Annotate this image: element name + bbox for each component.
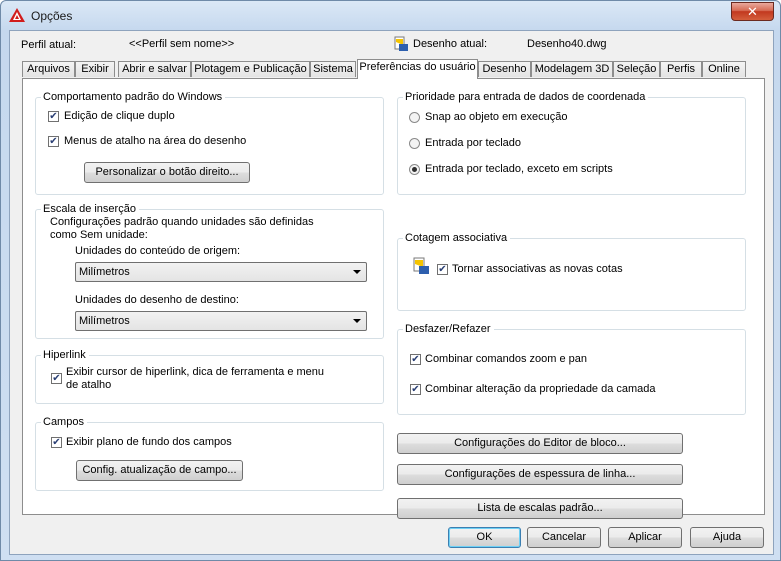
tab-modelagem-3d[interactable]: Modelagem 3D <box>531 61 613 77</box>
tab-desenho[interactable]: Desenho <box>478 61 531 77</box>
combine-layer-props-label[interactable]: Combinar alteração da propriedade da cam… <box>425 383 656 395</box>
profile-value: <<Perfil sem nome>> <box>129 38 235 50</box>
double-click-label[interactable]: Edição de clique duplo <box>64 110 175 122</box>
associative-dimension-icon <box>413 257 429 274</box>
field-background-label[interactable]: Exibir plano de fundo dos campos <box>66 436 232 448</box>
source-units-value: Milímetros <box>79 266 130 278</box>
group-title: Campos <box>41 416 87 428</box>
field-background-checkbox[interactable]: ✔ <box>51 437 62 448</box>
field-update-settings-button[interactable]: Config. atualização de campo... <box>76 460 243 481</box>
current-drawing-label: Desenho atual: <box>413 38 487 50</box>
cancel-button[interactable]: Cancelar <box>527 527 601 548</box>
group-title: Desfazer/Refazer <box>403 323 494 335</box>
source-units-select[interactable]: Milímetros <box>75 262 367 282</box>
chevron-down-icon <box>353 270 361 274</box>
hyperlink-cursor-checkbox[interactable]: ✔ <box>51 373 62 384</box>
autocad-app-icon <box>9 8 25 22</box>
group-title: Comportamento padrão do Windows <box>41 91 226 103</box>
help-button[interactable]: Ajuda <box>690 527 764 548</box>
drawing-file-icon <box>394 36 408 51</box>
shortcut-menus-checkbox[interactable]: ✔ <box>48 136 59 147</box>
combine-layer-props-checkbox[interactable]: ✔ <box>410 384 421 395</box>
associative-dim-checkbox[interactable]: ✔ <box>437 264 448 275</box>
tab-abrir-salvar[interactable]: Abrir e salvar <box>118 61 191 77</box>
radio-keyboard-entry[interactable] <box>409 138 420 149</box>
chevron-down-icon <box>353 319 361 323</box>
source-units-label: Unidades do conteúdo de origem: <box>75 245 241 257</box>
hyperlink-group: Hiperlink ✔ Exibir cursor de hiperlink, … <box>35 349 384 404</box>
coordinate-priority-group: Prioridade para entrada de dados de coor… <box>397 91 746 195</box>
tab-preferencias-usuario[interactable]: Preferências do usuário <box>357 59 478 79</box>
undo-redo-group: Desfazer/Refazer ✔ Combinar comandos zoo… <box>397 323 746 415</box>
lineweight-settings-button[interactable]: Configurações de espessura de linha... <box>397 464 683 485</box>
radio-snap-running[interactable] <box>409 112 420 123</box>
combine-zoom-pan-checkbox[interactable]: ✔ <box>410 354 421 365</box>
target-units-value: Milímetros <box>79 315 130 327</box>
dialog-client-area: Perfil atual: <<Perfil sem nome>> Desenh… <box>9 30 774 555</box>
radio-keyboard-entry-label[interactable]: Entrada por teclado <box>425 137 521 149</box>
insertion-scale-group: Escala de inserção Configurações padrão … <box>35 203 384 339</box>
profile-label: Perfil atual: <box>21 39 77 51</box>
tab-perfis[interactable]: Perfis <box>660 61 702 77</box>
ok-button[interactable]: OK <box>448 527 521 548</box>
target-units-select[interactable]: Milímetros <box>75 311 367 331</box>
shortcut-menus-label[interactable]: Menus de atalho na área do desenho <box>64 135 246 147</box>
tab-sistema[interactable]: Sistema <box>310 61 356 77</box>
windows-behavior-group: Comportamento padrão do Windows ✔ Edição… <box>35 91 384 195</box>
close-button[interactable]: ✕ <box>731 2 774 21</box>
hyperlink-label-line2[interactable]: de atalho <box>66 379 111 391</box>
block-editor-settings-button[interactable]: Configurações do Editor de bloco... <box>397 433 683 454</box>
current-drawing-value: Desenho40.dwg <box>527 38 607 50</box>
tab-online[interactable]: Online <box>702 61 746 77</box>
radio-keyboard-except-scripts[interactable] <box>409 164 420 175</box>
tab-arquivos[interactable]: Arquivos <box>22 61 75 77</box>
right-click-customize-button[interactable]: Personalizar o botão direito... <box>84 162 250 183</box>
insertion-description-line2: como Sem unidade: <box>50 229 148 241</box>
associative-dim-group: Cotagem associativa ✔ Tornar associativa… <box>397 232 746 311</box>
default-scale-list-button[interactable]: Lista de escalas padrão... <box>397 498 683 519</box>
options-dialog: Opções ✕ Perfil atual: <<Perfil sem nome… <box>0 0 781 561</box>
insertion-description-line1: Configurações padrão quando unidades são… <box>50 216 314 228</box>
radio-snap-running-label[interactable]: Snap ao objeto em execução <box>425 111 568 123</box>
group-title: Hiperlink <box>41 349 89 361</box>
double-click-checkbox[interactable]: ✔ <box>48 111 59 122</box>
fields-group: Campos ✔ Exibir plano de fundo dos campo… <box>35 416 384 491</box>
combine-zoom-pan-label[interactable]: Combinar comandos zoom e pan <box>425 353 587 365</box>
radio-keyboard-except-scripts-label[interactable]: Entrada por teclado, exceto em scripts <box>425 163 613 175</box>
group-title: Prioridade para entrada de dados de coor… <box>403 91 649 103</box>
tab-plotagem[interactable]: Plotagem e Publicação <box>191 61 310 77</box>
title-bar[interactable]: Opções ✕ <box>1 1 780 29</box>
hyperlink-label-line1[interactable]: Exibir cursor de hiperlink, dica de ferr… <box>66 366 324 378</box>
apply-button[interactable]: Aplicar <box>608 527 682 548</box>
group-title: Escala de inserção <box>41 203 139 215</box>
tab-selecao[interactable]: Seleção <box>613 61 660 77</box>
window-title: Opções <box>31 9 73 23</box>
tab-exibir[interactable]: Exibir <box>75 61 115 77</box>
target-units-label: Unidades do desenho de destino: <box>75 294 239 306</box>
group-title: Cotagem associativa <box>403 232 511 244</box>
associative-dim-label[interactable]: Tornar associativas as novas cotas <box>452 263 623 275</box>
tab-panel-preferencias: Comportamento padrão do Windows ✔ Edição… <box>22 78 765 519</box>
